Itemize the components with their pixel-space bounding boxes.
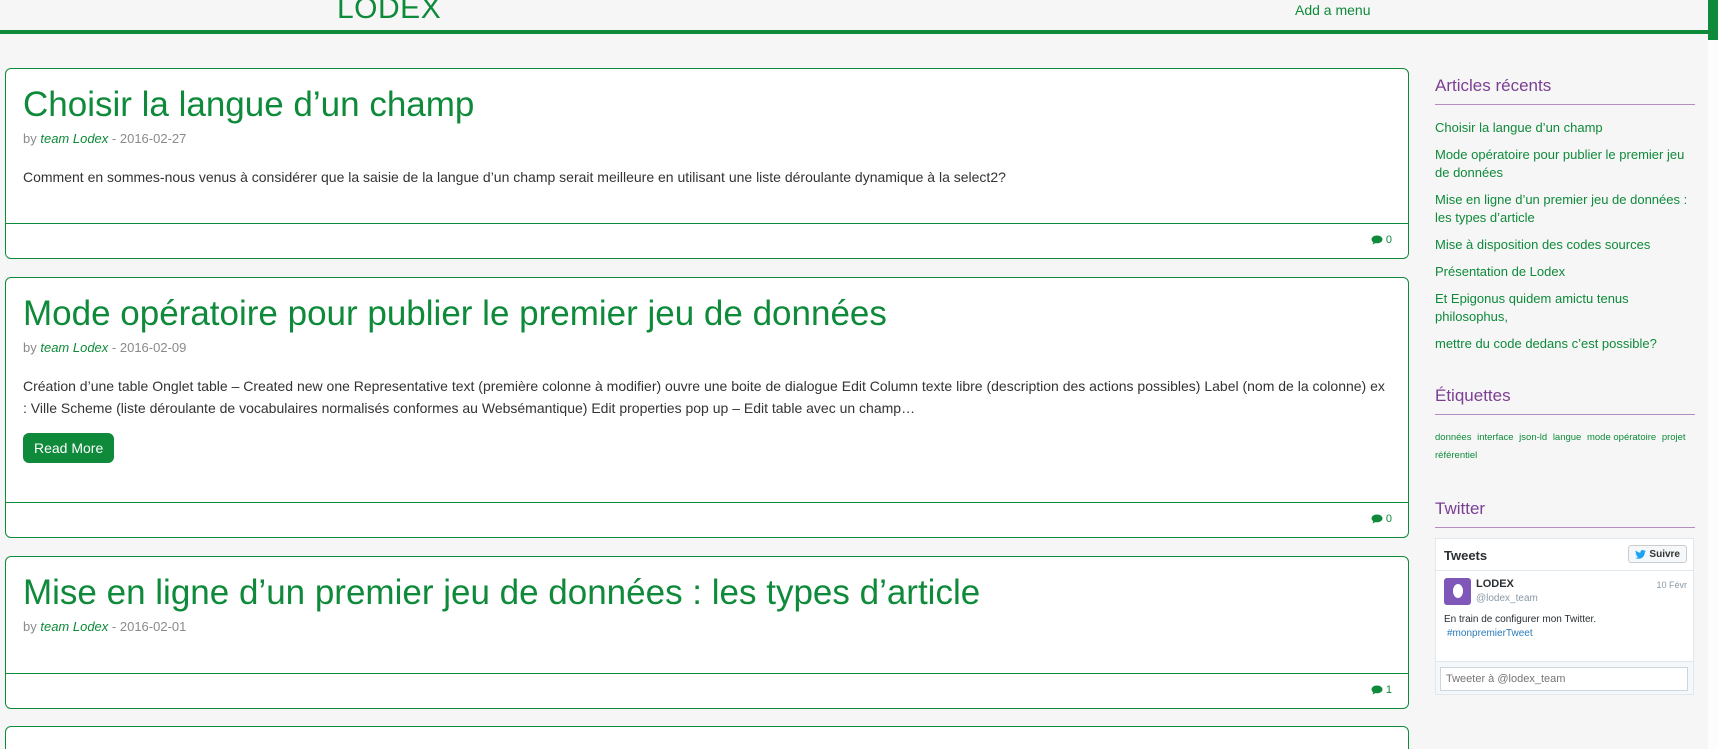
post-by: by bbox=[23, 619, 37, 634]
tweet-date[interactable]: 10 Févr bbox=[1656, 580, 1687, 590]
twitter-header-title: Tweets bbox=[1444, 548, 1488, 563]
scrollbar-thumb[interactable] bbox=[1708, 0, 1718, 40]
twitter-follow-button[interactable]: Suivre bbox=[1628, 545, 1687, 563]
avatar[interactable] bbox=[1444, 578, 1471, 605]
site-brand[interactable]: LODEX bbox=[337, 0, 441, 26]
twitter-header: Tweets Suivre bbox=[1436, 539, 1693, 571]
post-title[interactable]: Mise en ligne d’un premier jeu de donnée… bbox=[23, 571, 1391, 615]
comment-count-value: 1 bbox=[1385, 684, 1392, 696]
post-card bbox=[5, 726, 1409, 749]
tags-widget: Étiquettes données interface json-ld lan… bbox=[1435, 386, 1695, 465]
widget-title: Étiquettes bbox=[1435, 386, 1695, 415]
recent-articles-list: Choisir la langue d’un champ Mode opérat… bbox=[1435, 119, 1695, 353]
recent-article-link[interactable]: Choisir la langue d’un champ bbox=[1435, 119, 1695, 137]
comment-count[interactable]: 0 bbox=[1371, 513, 1392, 525]
post-excerpt: Comment en sommes-nous venus à considére… bbox=[23, 169, 1006, 185]
comment-icon bbox=[1371, 685, 1383, 695]
post-meta: by team Lodex - 2016-02-01 bbox=[23, 619, 1391, 634]
twitter-timeline: Tweets Suivre LODEX @lodex_team 10 Févr … bbox=[1435, 538, 1694, 695]
comment-count[interactable]: 0 bbox=[1371, 234, 1392, 246]
post-date: - 2016-02-01 bbox=[111, 619, 187, 634]
post-date: - 2016-02-27 bbox=[111, 131, 187, 146]
twitter-follow-label: Suivre bbox=[1649, 548, 1680, 560]
post-by: by bbox=[23, 131, 37, 146]
comment-icon bbox=[1371, 235, 1383, 245]
recent-article-link[interactable]: Présentation de Lodex bbox=[1435, 263, 1695, 281]
post-author[interactable]: team Lodex bbox=[40, 619, 108, 634]
recent-article-link[interactable]: Mise à disposition des codes sources bbox=[1435, 236, 1695, 254]
tweet-text: En train de configurer mon Twitter. #mon… bbox=[1444, 613, 1596, 641]
tag-link[interactable]: json-ld bbox=[1519, 432, 1547, 443]
post-title[interactable]: Mode opératoire pour publier le premier … bbox=[23, 292, 1391, 336]
tag-link[interactable]: interface bbox=[1477, 432, 1513, 443]
tweet-compose-input[interactable] bbox=[1440, 667, 1688, 691]
tweet-body: En train de configurer mon Twitter. bbox=[1444, 614, 1597, 625]
add-menu-link[interactable]: Add a menu bbox=[1295, 2, 1371, 18]
tag-link[interactable]: données bbox=[1435, 432, 1471, 443]
tweet-author-handle[interactable]: @lodex_team bbox=[1476, 593, 1538, 604]
post-date: - 2016-02-09 bbox=[111, 340, 187, 355]
recent-articles-widget: Articles récents Choisir la langue d’un … bbox=[1435, 76, 1695, 362]
comment-icon bbox=[1371, 514, 1383, 524]
tweet-compose bbox=[1436, 661, 1693, 694]
post-card: Mode opératoire pour publier le premier … bbox=[5, 277, 1409, 538]
scrollbar[interactable] bbox=[1708, 0, 1718, 749]
comment-count-value: 0 bbox=[1385, 513, 1392, 525]
post-author[interactable]: team Lodex bbox=[40, 340, 108, 355]
post-meta: by team Lodex - 2016-02-09 bbox=[23, 340, 1391, 355]
post-footer: 0 bbox=[6, 223, 1408, 258]
recent-article-link[interactable]: Mise en ligne d’un premier jeu de donnée… bbox=[1435, 191, 1695, 227]
post-footer: 1 bbox=[6, 673, 1408, 708]
comment-count[interactable]: 1 bbox=[1371, 684, 1392, 696]
post-excerpt: Création d’une table Onglet table – Crea… bbox=[23, 378, 1385, 416]
recent-article-link[interactable]: Mode opératoire pour publier le premier … bbox=[1435, 146, 1695, 182]
post-meta: by team Lodex - 2016-02-27 bbox=[23, 131, 1391, 146]
comment-count-value: 0 bbox=[1385, 234, 1392, 246]
post-author[interactable]: team Lodex bbox=[40, 131, 108, 146]
twitter-widget: Twitter Tweets Suivre LODEX @lodex_team … bbox=[1435, 499, 1695, 695]
recent-article-link[interactable]: Et Epigonus quidem amictu tenus philosop… bbox=[1435, 290, 1695, 326]
widget-title: Articles récents bbox=[1435, 76, 1695, 105]
tweet-author-name[interactable]: LODEX bbox=[1476, 578, 1514, 590]
tag-cloud: données interface json-ld langue mode op… bbox=[1435, 429, 1695, 465]
post-footer: 0 bbox=[6, 502, 1408, 537]
post-title[interactable]: Choisir la langue d’un champ bbox=[23, 83, 1391, 127]
post-by: by bbox=[23, 340, 37, 355]
tweet-hashtag[interactable]: #monpremierTweet bbox=[1444, 627, 1596, 641]
tag-link[interactable]: langue bbox=[1553, 432, 1582, 443]
tag-link[interactable]: référentiel bbox=[1435, 450, 1477, 461]
twitter-bird-icon bbox=[1635, 549, 1647, 559]
tag-link[interactable]: projet bbox=[1662, 432, 1686, 443]
recent-article-link[interactable]: mettre du code dedans c’est possible? bbox=[1435, 335, 1695, 353]
post-card: Choisir la langue d’un champ by team Lod… bbox=[5, 68, 1409, 259]
tag-link[interactable]: mode opératoire bbox=[1587, 432, 1656, 443]
post-card: Mise en ligne d’un premier jeu de donnée… bbox=[5, 556, 1409, 709]
top-navbar: LODEX Add a menu bbox=[0, 0, 1708, 34]
widget-title: Twitter bbox=[1435, 499, 1695, 528]
read-more-button[interactable]: Read More bbox=[23, 433, 115, 463]
